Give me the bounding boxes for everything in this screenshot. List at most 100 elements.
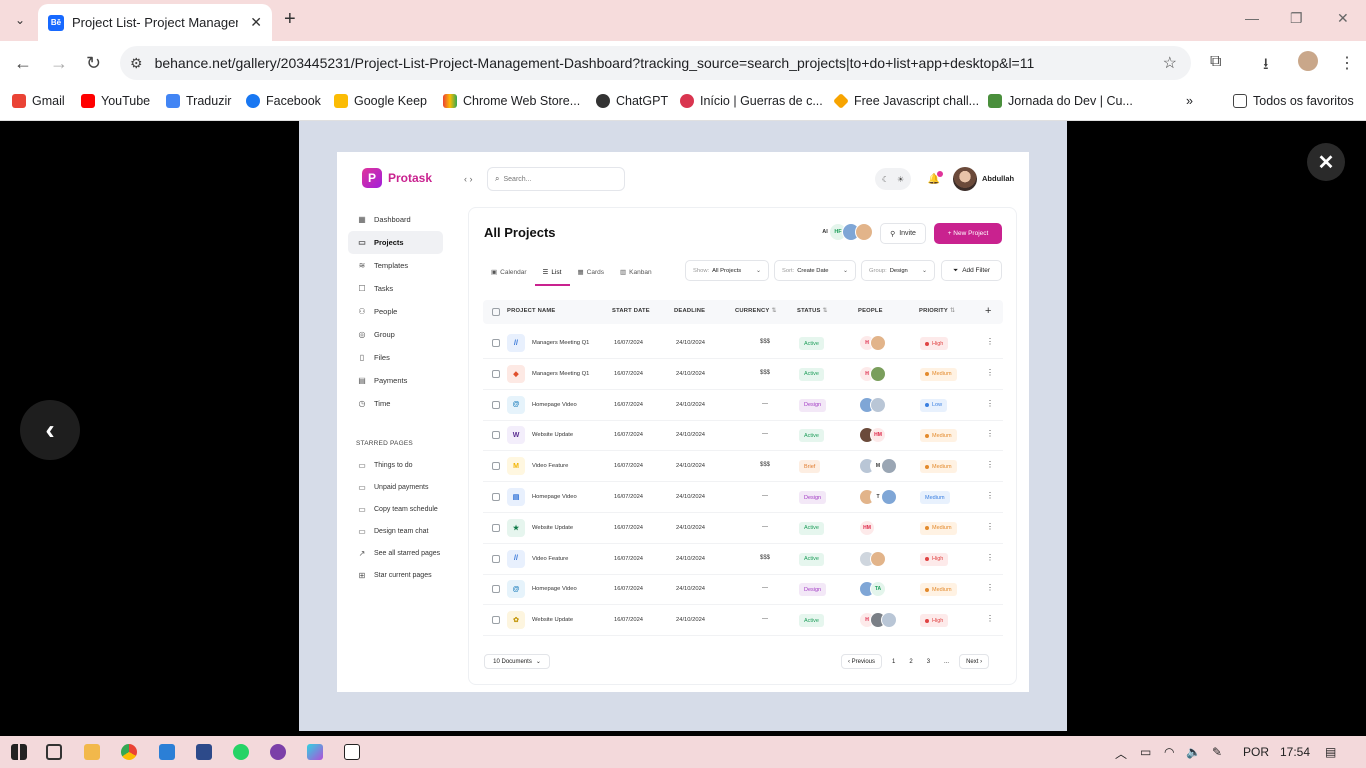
- priority-badge[interactable]: Medium: [920, 429, 957, 443]
- team-avatars[interactable]: AI HF: [816, 223, 873, 241]
- status-badge[interactable]: Active: [799, 521, 824, 535]
- project-name[interactable]: Homepage Video: [532, 402, 577, 408]
- people-avatars[interactable]: [859, 550, 886, 567]
- reload-icon[interactable]: ↻: [86, 53, 101, 74]
- tab-search-icon[interactable]: ⌄: [8, 9, 32, 31]
- search-input[interactable]: ⌕ Search...: [487, 167, 625, 191]
- row-menu-icon[interactable]: ⋮: [986, 583, 994, 592]
- pen-icon[interactable]: ✎: [1212, 745, 1222, 759]
- column-deadline[interactable]: DEADLINE: [674, 308, 705, 314]
- people-avatars[interactable]: HM: [859, 519, 875, 536]
- app-icon[interactable]: [196, 744, 212, 760]
- bookmark-keep[interactable]: Google Keep: [334, 94, 427, 108]
- page-2-button[interactable]: 2: [905, 654, 916, 669]
- row-checkbox[interactable]: [492, 585, 500, 594]
- row-menu-icon[interactable]: ⋮: [986, 460, 994, 469]
- column-status[interactable]: STATUS ⇅: [797, 308, 828, 314]
- project-name[interactable]: Managers Meeting Q1: [532, 340, 589, 346]
- all-bookmarks[interactable]: Todos os favoritos: [1233, 94, 1354, 108]
- previous-image-icon[interactable]: ‹: [20, 400, 80, 460]
- priority-badge[interactable]: Medium: [920, 521, 957, 535]
- show-filter-select[interactable]: Show: All Projects ⌄: [685, 260, 769, 281]
- bookmark-translate[interactable]: Traduzir: [166, 94, 231, 108]
- sidebar-item-tasks[interactable]: ☐ Tasks: [348, 277, 443, 300]
- row-checkbox[interactable]: [492, 493, 500, 501]
- status-badge[interactable]: Active: [799, 367, 824, 381]
- sidebar-item-files[interactable]: ▯ Files: [348, 346, 443, 369]
- page-1-button[interactable]: 1: [888, 654, 899, 669]
- project-name[interactable]: Managers Meeting Q1: [532, 371, 589, 377]
- starred-item-design-team-chat[interactable]: ▭ Design team chat: [348, 520, 458, 542]
- starred-item-unpaid-payments[interactable]: ▭ Unpaid payments: [348, 476, 458, 498]
- user-avatar[interactable]: [953, 167, 977, 191]
- priority-badge[interactable]: Medium: [920, 460, 957, 474]
- browser-tab[interactable]: Bē Project List- Project Manageme ✕: [38, 4, 272, 41]
- row-checkbox[interactable]: [492, 400, 500, 409]
- theme-toggle[interactable]: ☾ ☀: [875, 168, 911, 190]
- task-view-icon[interactable]: [46, 744, 62, 760]
- starred-item-copy-team-schedule[interactable]: ▭ Copy team schedule: [348, 498, 458, 520]
- bookmark-webstore[interactable]: Chrome Web Store...: [443, 94, 580, 108]
- documents-per-page-select[interactable]: 10 Documents ⌄: [484, 654, 550, 669]
- column-project-name[interactable]: PROJECT NAME: [507, 308, 555, 314]
- tab-close-icon[interactable]: ✕: [250, 14, 262, 31]
- status-badge[interactable]: Design: [799, 583, 827, 597]
- bookmark-jornada[interactable]: Jornada do Dev | Cu...: [988, 94, 1133, 108]
- add-filter-button[interactable]: ⏷ Add Filter: [941, 260, 1002, 281]
- sidebar-item-group[interactable]: ◎ Group: [348, 323, 443, 346]
- windows-start-icon[interactable]: [11, 744, 27, 760]
- lightbox-close-icon[interactable]: ✕: [1307, 143, 1345, 181]
- column-currency[interactable]: CURRENCY ⇅: [735, 308, 777, 314]
- tab-calendar[interactable]: ▣ Calendar: [489, 260, 529, 284]
- wifi-icon[interactable]: ◠: [1164, 745, 1174, 759]
- bookmark-javascript[interactable]: Free Javascript chall...: [833, 93, 979, 109]
- status-badge[interactable]: Active: [799, 552, 824, 566]
- status-badge[interactable]: Design: [799, 491, 827, 504]
- volume-icon[interactable]: 🔈: [1186, 745, 1201, 759]
- priority-badge[interactable]: Low: [920, 398, 948, 412]
- row-menu-icon[interactable]: ⋮: [986, 429, 994, 438]
- notifications-icon[interactable]: ▤: [1325, 745, 1336, 759]
- group-filter-select[interactable]: Group: Design ⌄: [861, 260, 935, 281]
- project-name[interactable]: Website Update: [532, 617, 573, 623]
- sidebar-item-time[interactable]: ◷ Time: [348, 392, 443, 415]
- downloads-icon[interactable]: ⭳: [1263, 53, 1269, 80]
- row-menu-icon[interactable]: ⋮: [986, 368, 994, 377]
- priority-badge[interactable]: Medium: [920, 583, 957, 597]
- address-bar[interactable]: ⚙ behance.net/gallery/203445231/Project-…: [120, 46, 1191, 80]
- row-checkbox[interactable]: [492, 462, 500, 471]
- site-info-icon[interactable]: ⚙: [130, 55, 143, 72]
- bookmark-guerras[interactable]: Início | Guerras de c...: [680, 94, 823, 108]
- column-priority[interactable]: PRIORITY ⇅: [919, 308, 955, 314]
- row-checkbox[interactable]: [492, 554, 500, 563]
- row-checkbox[interactable]: [492, 339, 500, 347]
- battery-icon[interactable]: ▭: [1140, 745, 1151, 759]
- notification-bell-icon[interactable]: 🔔: [925, 168, 943, 190]
- chrome-icon[interactable]: [121, 744, 137, 760]
- sidebar-item-projects[interactable]: ▭ Projects: [348, 231, 443, 254]
- status-badge[interactable]: Active: [799, 614, 824, 628]
- collapse-sidebar-icon[interactable]: ‹ ›: [464, 174, 473, 184]
- page-3-button[interactable]: 3: [923, 654, 934, 669]
- column-people[interactable]: PEOPLE: [858, 308, 883, 314]
- notion-icon[interactable]: [344, 744, 360, 760]
- bookmark-chatgpt[interactable]: ChatGPT: [596, 94, 668, 108]
- project-name[interactable]: Homepage Video: [532, 586, 577, 592]
- row-checkbox[interactable]: [492, 616, 500, 625]
- priority-badge[interactable]: High: [920, 552, 949, 566]
- sidebar-item-templates[interactable]: ≋ Templates: [348, 254, 443, 277]
- invite-button[interactable]: ⚲ Invite: [880, 223, 926, 244]
- project-name[interactable]: Website Update: [532, 432, 573, 438]
- table-row[interactable]: // Managers Meeting Q1 16/07/2024 24/10/…: [483, 328, 1003, 359]
- new-project-button[interactable]: + New Project: [934, 223, 1002, 244]
- starred-item-see-all[interactable]: ↗ See all starred pages: [348, 542, 458, 564]
- app-icon[interactable]: [307, 744, 323, 760]
- table-row[interactable]: M Video Feature 16/07/2024 24/10/2024 $$…: [483, 451, 1003, 483]
- new-tab-icon[interactable]: +: [284, 8, 296, 31]
- add-column-icon[interactable]: +: [985, 305, 991, 317]
- priority-badge[interactable]: Medium: [920, 367, 957, 381]
- profile-avatar[interactable]: [1298, 51, 1318, 71]
- select-all-checkbox[interactable]: [492, 308, 500, 316]
- sidebar-item-payments[interactable]: ▤ Payments: [348, 369, 443, 392]
- tab-cards[interactable]: ▦ Cards: [576, 260, 607, 284]
